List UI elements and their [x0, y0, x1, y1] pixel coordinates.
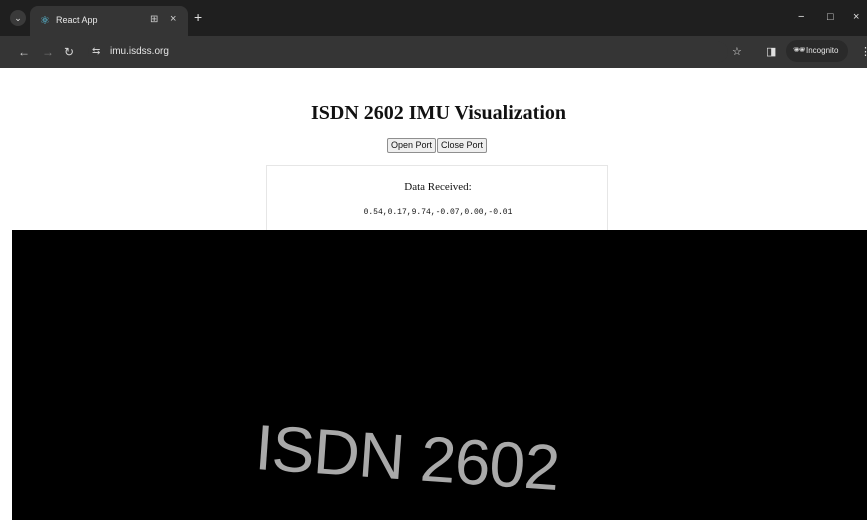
imu-3d-canvas[interactable]: ISDN 2602 [12, 230, 867, 520]
reload-icon[interactable]: ↻ [64, 45, 74, 59]
tab-group-icon[interactable]: ⊞ [150, 14, 158, 25]
imu-data-values: 0.54,0.17,9.74,-0.07,0.00,-0.01 [363, 208, 513, 217]
bookmark-star-icon[interactable]: ☆ [732, 46, 742, 58]
browser-tab-react-app[interactable]: ⚛ React App ⊞ × [30, 6, 188, 36]
side-panel-icon[interactable]: ◨ [766, 46, 776, 58]
close-port-button[interactable]: Close Port [437, 138, 488, 153]
isdn-2602-3d-text: ISDN 2602 [252, 410, 562, 505]
incognito-label: Incognito [806, 46, 839, 55]
browser-tab-bar: ⌄ ⚛ React App ⊞ × + − □ × [0, 0, 867, 36]
port-controls: Open Port Close Port [387, 138, 488, 154]
react-icon: ⚛ [40, 15, 50, 27]
tab-search-dropdown-icon[interactable]: ⌄ [10, 10, 26, 26]
page-viewport: ISDN 2602 IMU Visualization Open Port Clo… [0, 68, 867, 520]
page-title: ISDN 2602 IMU Visualization [310, 102, 567, 124]
data-received-panel: Data Received: 0.54,0.17,9.74,-0.07,0.00… [266, 165, 608, 235]
maximize-button[interactable]: □ [827, 10, 834, 24]
site-info-icon[interactable]: ⇆ [92, 46, 100, 57]
open-port-button[interactable]: Open Port [387, 138, 437, 153]
tab-close-icon[interactable]: × [170, 13, 176, 25]
tab-title: React App [56, 15, 98, 25]
data-received-label: Data Received: [404, 181, 472, 193]
address-bar-url[interactable]: imu.isdss.org [110, 46, 169, 57]
address-bar[interactable] [88, 41, 728, 63]
browser-menu-icon[interactable]: ⋮ [860, 46, 867, 58]
back-arrow-icon[interactable]: ← [18, 45, 30, 59]
window-close-button[interactable]: × [853, 10, 859, 24]
forward-arrow-icon[interactable]: → [42, 45, 54, 59]
incognito-icon: 🕶 [793, 45, 806, 56]
new-tab-button[interactable]: + [194, 9, 202, 25]
minimize-button[interactable]: − [798, 10, 804, 24]
